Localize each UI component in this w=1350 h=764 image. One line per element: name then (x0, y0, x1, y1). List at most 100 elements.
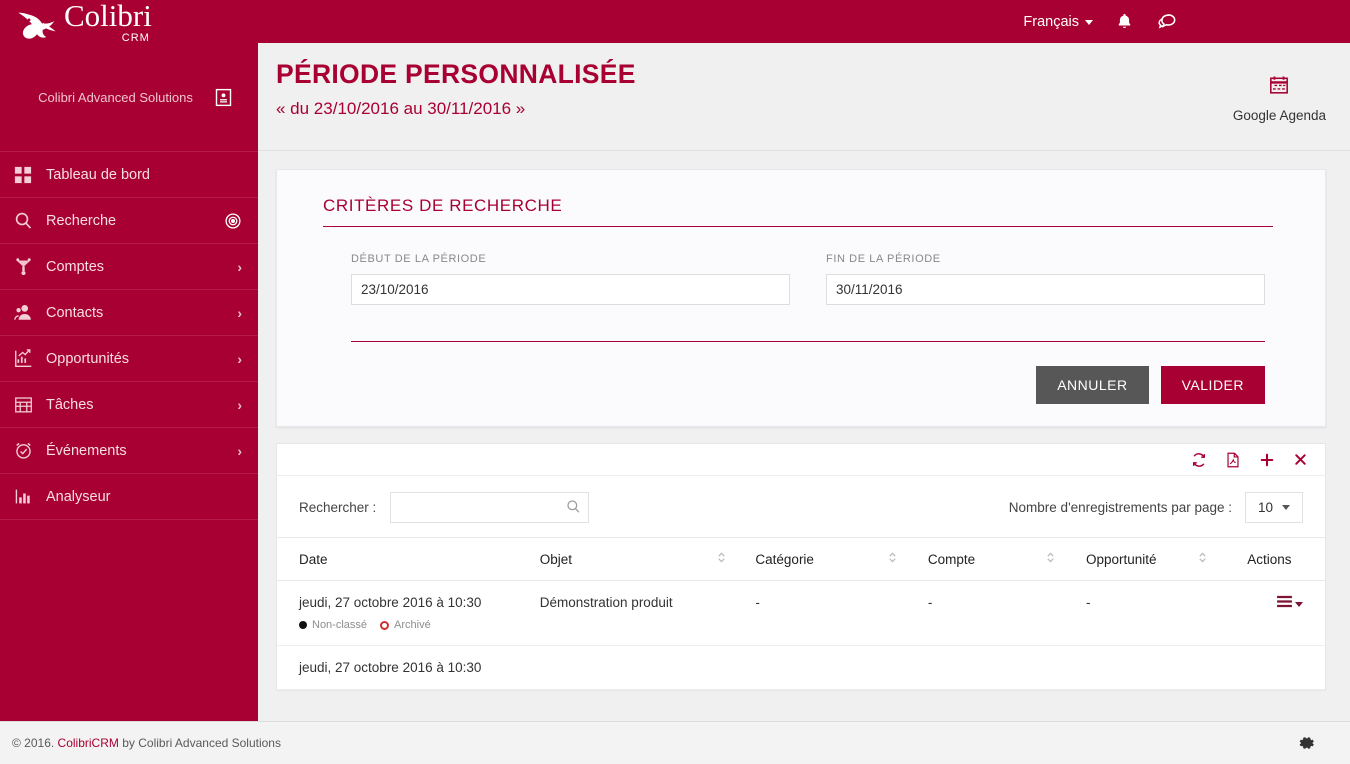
sidebar-item-label: Tableau de bord (46, 166, 150, 183)
plus-icon[interactable] (1259, 452, 1275, 468)
sidebar-item-analyseur[interactable]: Analyseur (0, 474, 258, 520)
sidebar-header: Colibri Advanced Solutions (0, 43, 258, 151)
sidebar-item-label: Comptes (46, 258, 105, 275)
chevron-right-icon: › (237, 350, 242, 367)
calendar-grid-icon (14, 395, 46, 414)
chart-up-icon (14, 349, 46, 368)
sort-toggle-opportunite[interactable] (1197, 537, 1248, 581)
cell-compte: - (927, 580, 1047, 646)
column-label: Date (299, 551, 328, 567)
chat-icon[interactable] (1156, 11, 1178, 32)
language-selector[interactable]: Français (1023, 14, 1093, 30)
sort-icon (1198, 551, 1207, 564)
sidebar-item-recherche[interactable]: Recherche (0, 198, 258, 244)
column-label: Catégorie (755, 551, 814, 567)
bar-chart-icon (14, 487, 46, 506)
sidebar-item-evenements[interactable]: Événements › (0, 428, 258, 474)
cell-spacer (1197, 645, 1248, 690)
chevron-down-icon (1295, 602, 1303, 607)
results-table: Date Objet Catégorie Compte Opportunité … (277, 537, 1325, 690)
column-header-categorie[interactable]: Catégorie (755, 537, 889, 581)
column-label: Objet (539, 551, 573, 567)
brand[interactable]: Colibri CRM (0, 0, 152, 44)
end-date-label: FIN DE LA PÉRIODE (826, 253, 941, 265)
column-header-compte[interactable]: Compte (927, 537, 1047, 581)
footer-brand-link[interactable]: ColibriCRM (58, 736, 119, 750)
results-table-head: Date Objet Catégorie Compte Opportunité … (277, 537, 1325, 581)
gear-icon[interactable] (1298, 734, 1350, 752)
column-header-objet[interactable]: Objet (539, 537, 718, 581)
column-header-opportunite[interactable]: Opportunité (1086, 537, 1198, 581)
pdf-icon[interactable] (1225, 452, 1241, 468)
sidebar-item-opportunites[interactable]: Opportunités › (0, 336, 258, 382)
footer: © 2016. ColibriCRM by Colibri Advanced S… (0, 721, 1350, 764)
sidebar-nav: Tableau de bord Recherche Comptes › Cont… (0, 151, 258, 520)
cell-compte (927, 645, 1047, 690)
sidebar-item-label: Opportunités (46, 350, 130, 367)
cell-spacer (888, 580, 928, 646)
sidebar-item-taches[interactable]: Tâches › (0, 382, 258, 428)
top-bar: Colibri CRM Français (0, 0, 1350, 43)
search-field (390, 492, 590, 523)
alarm-clock-icon (14, 441, 46, 460)
refresh-icon[interactable] (1191, 452, 1207, 468)
sort-toggle-objet[interactable] (717, 537, 756, 581)
chevron-right-icon: › (237, 396, 242, 413)
accounts-icon (14, 257, 46, 276)
status-badge: Archivé (380, 619, 431, 631)
top-bar-right: Français (1023, 11, 1350, 32)
close-icon[interactable] (1293, 452, 1308, 467)
bell-icon[interactable] (1115, 12, 1134, 31)
calendar-icon (1269, 75, 1289, 100)
status-badge-label: Non-classé (312, 619, 368, 631)
main-content: PÉRIODE PERSONNALISÉE « du 23/10/2016 au… (258, 43, 1350, 721)
start-date-input[interactable] (351, 274, 790, 305)
table-row[interactable]: jeudi, 27 octobre 2016 à 10:30 (277, 645, 1325, 690)
sort-toggle-categorie[interactable] (888, 537, 928, 581)
sidebar-item-label: Recherche (46, 212, 117, 229)
target-icon[interactable] (224, 212, 242, 230)
cell-spacer (1197, 580, 1248, 646)
column-label: Actions (1247, 551, 1292, 567)
chevron-down-icon (1085, 20, 1093, 25)
submit-button[interactable]: VALIDER (1160, 366, 1265, 404)
per-page-select[interactable]: 10 (1245, 492, 1303, 523)
start-date-field: DÉBUT DE LA PÉRIODE (351, 253, 790, 305)
cell-objet (539, 645, 718, 690)
sidebar-item-label: Tâches (46, 396, 94, 413)
page-title: PÉRIODE PERSONNALISÉE (276, 59, 636, 89)
sort-toggle-compte[interactable] (1046, 537, 1087, 581)
search-criteria-panel: CRITÈRES DE RECHERCHE DÉBUT DE LA PÉRIOD… (276, 169, 1326, 427)
sort-icon (888, 551, 897, 564)
search-input[interactable] (390, 492, 590, 523)
cell-spacer (717, 580, 756, 646)
sidebar-item-comptes[interactable]: Comptes › (0, 244, 258, 290)
list-menu-icon[interactable] (1276, 595, 1303, 608)
column-header-actions: Actions (1247, 537, 1325, 581)
column-header-date[interactable]: Date (277, 537, 540, 581)
cell-actions (1247, 580, 1325, 646)
row-badges: Non-classé Archivé (299, 619, 540, 631)
sidebar-item-label: Événements (46, 442, 127, 459)
cancel-button[interactable]: ANNULER (1036, 366, 1149, 404)
cell-date: jeudi, 27 octobre 2016 à 10:30 (277, 645, 540, 690)
cell-categorie (755, 645, 889, 690)
google-agenda-button[interactable]: Google Agenda (1233, 75, 1326, 123)
end-date-input[interactable] (826, 274, 1265, 305)
results-filters: Rechercher : Nombre d'enregistrements pa… (277, 476, 1325, 537)
cell-actions (1247, 645, 1325, 690)
google-agenda-label: Google Agenda (1232, 108, 1326, 123)
cell-spacer (717, 645, 756, 690)
footer-copyright-prefix: © 2016. (12, 736, 58, 750)
app-root: Colibri CRM Français Colibri Advanced So… (0, 0, 1350, 764)
sidebar: Colibri Advanced Solutions Tableau de bo… (0, 43, 258, 721)
table-row[interactable]: jeudi, 27 octobre 2016 à 10:30 Non-class… (277, 580, 1325, 646)
chevron-right-icon: › (237, 258, 242, 275)
cell-objet: Démonstration produit (539, 580, 718, 646)
sidebar-item-contacts[interactable]: Contacts › (0, 290, 258, 336)
contact-card-icon[interactable] (213, 87, 234, 108)
sidebar-item-label: Analyseur (46, 488, 111, 505)
footer-copyright: © 2016. ColibriCRM by Colibri Advanced S… (0, 736, 281, 750)
results-card: Rechercher : Nombre d'enregistrements pa… (276, 443, 1326, 691)
sidebar-item-tableau-de-bord[interactable]: Tableau de bord (0, 152, 258, 198)
